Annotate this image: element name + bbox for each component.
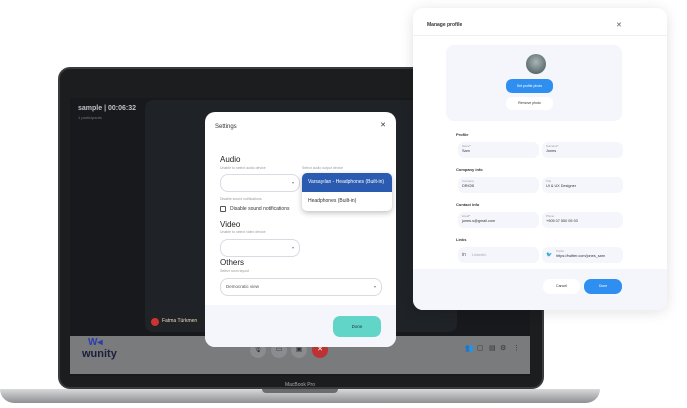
twitter-icon: 🐦 xyxy=(546,252,553,258)
video-input-select[interactable]: ▾ xyxy=(220,239,300,257)
done-button[interactable]: Done xyxy=(584,279,622,294)
audio-output-hint: Select audio output device xyxy=(302,166,344,170)
video-hint: Unable to select video device xyxy=(220,230,266,234)
laptop-notch xyxy=(262,389,338,393)
chat-icon[interactable]: ▢ xyxy=(477,344,484,352)
participant-name: Fatma Türkmen xyxy=(162,318,198,324)
surname-field[interactable]: Surname* Jones xyxy=(542,142,623,158)
done-button[interactable]: Done xyxy=(333,316,381,337)
profile-title: Manage profile xyxy=(427,22,463,28)
room-layout-select[interactable]: Democratic view ▾ xyxy=(220,278,382,296)
linkedin-icon: in xyxy=(462,252,466,258)
audio-output-option[interactable]: Varsayılan - Headphones (Built-in) xyxy=(302,173,392,192)
field-value: +905 07 550 05 93 xyxy=(546,219,578,223)
settings-title: Settings xyxy=(215,124,237,130)
field-value: Sam xyxy=(462,149,470,153)
company-field[interactable]: Company DRIOB xyxy=(458,177,539,193)
chevron-down-icon: ▾ xyxy=(291,245,294,250)
sound-notif-checkbox[interactable] xyxy=(220,206,226,212)
field-placeholder: LinkedIn xyxy=(472,253,487,257)
remove-photo-button[interactable]: Remove photo xyxy=(506,97,553,110)
chevron-down-icon: ▾ xyxy=(373,284,376,289)
field-label: Title xyxy=(546,179,552,183)
room-layout-value: Democratic view xyxy=(226,284,260,289)
twitter-field[interactable]: 🐦 Twitter https://twitter.com/jones_sam xyxy=(542,247,623,263)
manage-profile-dialog: Manage profile ✕ Set profile photo Remov… xyxy=(413,8,667,310)
participant-name-tag: Fatma Türkmen xyxy=(148,316,203,326)
field-value: jones.s@gmail.com xyxy=(462,219,496,223)
section-profile: Profile xyxy=(456,132,469,137)
field-value: UI & UX Designer xyxy=(546,184,576,188)
audio-output-dropdown[interactable]: Varsayılan - Headphones (Built-in) Headp… xyxy=(302,173,392,211)
meeting-title: sample | 00:06:32 xyxy=(78,105,136,112)
participants-icon[interactable]: 👥 xyxy=(465,344,474,352)
photo-panel: Set profile photo Remove photo xyxy=(446,45,622,121)
logo-mark-icon: W◂ xyxy=(88,337,103,348)
field-value: Jones xyxy=(546,149,557,153)
set-photo-button[interactable]: Set profile photo xyxy=(506,79,553,93)
audio-heading: Audio xyxy=(220,155,241,164)
email-field[interactable]: Email* jones.s@gmail.com xyxy=(458,212,539,228)
muted-mic-icon xyxy=(151,318,159,326)
field-label: Company xyxy=(462,179,474,183)
brand-name: wunity xyxy=(82,348,117,360)
field-label: Twitter xyxy=(556,249,565,253)
field-value: https://twitter.com/jones_sam xyxy=(556,254,605,258)
notes-icon[interactable]: ▤ xyxy=(489,344,496,352)
settings-dialog: Settings ✕ Audio Unable to select audio … xyxy=(205,112,396,347)
close-icon[interactable]: ✕ xyxy=(377,120,389,132)
close-icon[interactable]: ✕ xyxy=(616,21,622,29)
participant-count: 1 participants xyxy=(78,115,102,120)
avatar xyxy=(526,54,546,74)
job-title-field[interactable]: Title UI & UX Designer xyxy=(542,177,623,193)
name-field[interactable]: Name* Sam xyxy=(458,142,539,158)
layout-hint: Select room layout xyxy=(220,269,249,273)
more-icon[interactable]: ⋮ xyxy=(513,344,520,352)
video-heading: Video xyxy=(220,220,241,229)
linkedin-field[interactable]: in LinkedIn xyxy=(458,247,539,263)
field-label: Surname xyxy=(546,144,558,148)
field-value: DRIOB xyxy=(462,184,475,188)
audio-input-select[interactable]: ▾ xyxy=(220,174,300,192)
sound-notif-hint: Disable sound notifications xyxy=(220,197,262,201)
divider xyxy=(413,35,667,36)
audio-output-option[interactable]: Headphones (Built-in) xyxy=(302,192,392,211)
section-company: Company info xyxy=(456,167,483,172)
device-label: MacBook Pro xyxy=(284,382,315,388)
audio-input-hint: Unable to select audio device xyxy=(220,166,266,170)
cancel-button[interactable]: Cancel xyxy=(543,279,580,294)
sound-notif-label: Disable sound notifications xyxy=(230,206,290,212)
profile-footer xyxy=(413,269,667,310)
section-links: Links xyxy=(456,237,467,242)
phone-field[interactable]: Phone +905 07 550 05 93 xyxy=(542,212,623,228)
settings-icon[interactable]: ⚙ xyxy=(500,344,506,352)
others-heading: Others xyxy=(220,258,245,267)
field-label: Email xyxy=(462,214,469,218)
field-label: Phone xyxy=(546,214,555,218)
chevron-down-icon: ▾ xyxy=(291,180,294,185)
wunity-logo: W◂ wunity xyxy=(82,337,117,360)
section-contact: Contact info xyxy=(456,202,480,207)
